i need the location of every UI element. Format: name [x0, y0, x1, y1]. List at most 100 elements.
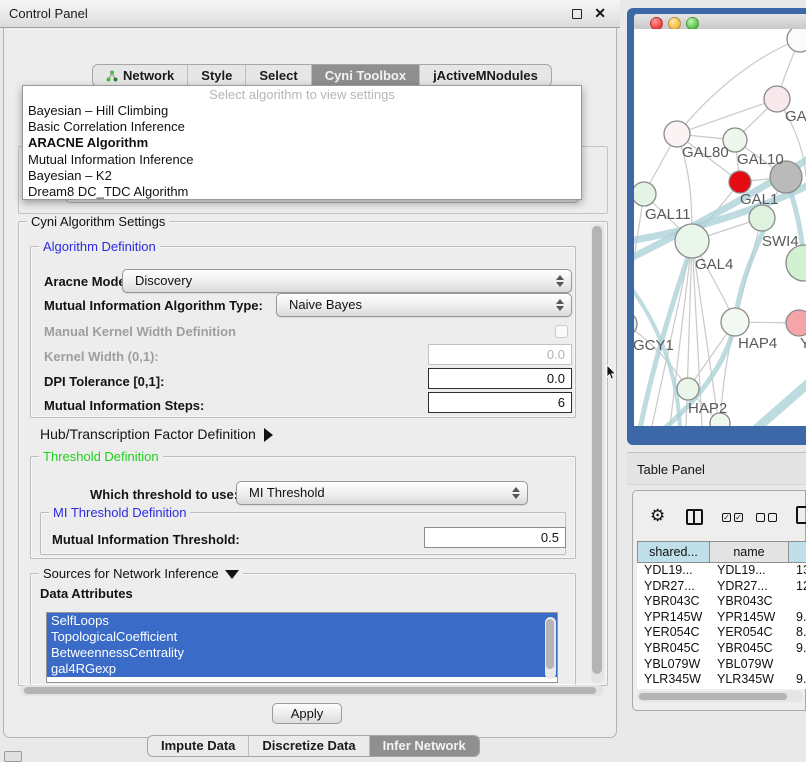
network-node-node-top[interactable]: [787, 29, 806, 52]
settings-hscrollbar-thumb[interactable]: [24, 687, 596, 694]
apply-button[interactable]: Apply: [272, 703, 342, 724]
attribute-list-item[interactable]: BetweennessCentrality: [47, 645, 557, 661]
table-cell[interactable]: 8.: [789, 625, 806, 641]
float-window-icon[interactable]: [572, 9, 582, 19]
tab-style[interactable]: Style: [187, 65, 245, 86]
deselect-all-icon[interactable]: [756, 513, 777, 522]
table-row[interactable]: YPR145WYPR145W9.: [637, 610, 806, 626]
which-threshold-combobox[interactable]: MI Threshold: [236, 481, 528, 505]
table-cell[interactable]: 12: [789, 579, 806, 595]
dpi-tolerance-input[interactable]: 0.0: [428, 368, 572, 389]
network-node-pink-right[interactable]: [786, 310, 806, 336]
table-cell[interactable]: YIL053C: [637, 688, 710, 689]
network-edge-thick[interactable]: [756, 381, 806, 426]
table-cell[interactable]: YPR145W: [710, 610, 789, 626]
sources-group-label[interactable]: Sources for Network Inference: [39, 566, 243, 581]
network-node-gal4[interactable]: [675, 224, 709, 258]
network-node-swi4[interactable]: [749, 205, 775, 231]
network-canvas[interactable]: GALGAL80GAL10GAL1GAL11SWI4GAL4HAP4YGCY1H…: [634, 29, 806, 426]
table-row[interactable]: YER054CYER054C8.: [637, 625, 806, 641]
minimized-panel-icon[interactable]: [4, 751, 22, 762]
table-cell[interactable]: YBL079W: [710, 657, 789, 673]
hub-definition-toggle[interactable]: Hub/Transcription Factor Definition: [40, 426, 273, 442]
tab-impute-data[interactable]: Impute Data: [148, 736, 248, 756]
tab-discretize-data[interactable]: Discretize Data: [248, 736, 368, 756]
table-row[interactable]: YBR043CYBR043C: [637, 594, 806, 610]
table-cell[interactable]: YDL19...: [637, 563, 710, 579]
table-row[interactable]: YDR27...YDR27...12: [637, 579, 806, 595]
settings-vertical-scrollbar[interactable]: [591, 224, 604, 683]
manual-kernel-checkbox[interactable]: [555, 325, 568, 338]
tab-select[interactable]: Select: [245, 65, 310, 86]
table-cell[interactable]: [789, 594, 806, 610]
panel-title: Control Panel: [0, 6, 88, 21]
kernel-width-input[interactable]: 0.0: [428, 344, 572, 365]
table-row[interactable]: YIL053CYIL053C9.: [637, 688, 806, 689]
attribute-list-item[interactable]: gal4RGexp: [47, 661, 557, 677]
table-cell[interactable]: YLR345W: [710, 672, 789, 688]
tab-infer-network[interactable]: Infer Network: [369, 736, 479, 756]
settings-horizontal-scrollbar[interactable]: [20, 685, 604, 696]
mi-type-combobox[interactable]: Naive Bayes: [276, 293, 572, 317]
network-node-label: HAP2: [688, 400, 727, 417]
table-cell[interactable]: YBL079W: [637, 657, 710, 673]
tab-jactivemnodules[interactable]: jActiveMNodules: [419, 65, 551, 86]
algorithm-option[interactable]: Mutual Information Inference: [23, 152, 581, 168]
aracne-mode-combobox[interactable]: Discovery: [122, 269, 572, 293]
table-cell[interactable]: YDL19...: [710, 563, 789, 579]
table-cell[interactable]: 13: [789, 563, 806, 579]
table-hscrollbar-thumb[interactable]: [639, 693, 787, 700]
mi-threshold-input[interactable]: 0.5: [424, 527, 566, 548]
attribute-list-item[interactable]: SelfLoops: [47, 613, 557, 629]
table-cell[interactable]: YBR045C: [710, 641, 789, 657]
algorithm-option[interactable]: Dream8 DC_TDC Algorithm: [23, 184, 581, 200]
table-cell[interactable]: YIL053C: [710, 688, 789, 689]
table-row[interactable]: YBR045CYBR045C9.: [637, 641, 806, 657]
settings-scrollbar-thumb[interactable]: [592, 226, 602, 674]
algorithm-option[interactable]: Bayesian – K2: [23, 168, 581, 184]
column-header-name[interactable]: name: [710, 541, 789, 563]
attributes-scrollbar[interactable]: [545, 617, 556, 679]
export-table-icon[interactable]: [796, 506, 806, 524]
mi-steps-input[interactable]: 6: [428, 392, 572, 413]
split-columns-icon[interactable]: [686, 509, 703, 525]
network-node-hap4[interactable]: [721, 308, 749, 336]
table-cell[interactable]: YBR043C: [710, 594, 789, 610]
network-view-window[interactable]: GALGAL80GAL10GAL1GAL11SWI4GAL4HAP4YGCY1H…: [627, 8, 806, 445]
tab-network[interactable]: Network: [93, 65, 187, 86]
table-cell[interactable]: 9.: [789, 688, 806, 689]
table-cell[interactable]: YPR145W: [637, 610, 710, 626]
table-cell[interactable]: YDR27...: [637, 579, 710, 595]
table-cell[interactable]: YER054C: [710, 625, 789, 641]
table-row[interactable]: YLR345WYLR345W9.: [637, 672, 806, 688]
network-node-gal11[interactable]: [634, 182, 656, 206]
algorithm-option[interactable]: ARACNE Algorithm: [23, 135, 581, 151]
table-horizontal-scrollbar[interactable]: [637, 691, 803, 702]
table-cell[interactable]: YLR345W: [637, 672, 710, 688]
algorithm-option[interactable]: Bayesian – Hill Climbing: [23, 103, 581, 119]
tab-cyni-toolbox[interactable]: Cyni Toolbox: [311, 65, 419, 86]
table-cell[interactable]: 9.: [789, 672, 806, 688]
gear-icon[interactable]: ⚙: [650, 507, 665, 524]
table-cell[interactable]: [789, 657, 806, 673]
close-icon[interactable]: ✕: [594, 5, 606, 22]
network-node-gal7[interactable]: [729, 171, 751, 193]
table-row[interactable]: YBL079WYBL079W: [637, 657, 806, 673]
network-node-hap2[interactable]: [677, 378, 699, 400]
table-cell[interactable]: 9.: [789, 610, 806, 626]
column-header-partial[interactable]: [789, 541, 806, 563]
network-node-big-green[interactable]: [786, 245, 806, 281]
table-cell[interactable]: 9.: [789, 641, 806, 657]
table-cell[interactable]: YBR043C: [637, 594, 710, 610]
column-header-shared-name[interactable]: shared...: [637, 541, 710, 563]
table-cell[interactable]: YER054C: [637, 625, 710, 641]
mi-threshold-label: Mutual Information Threshold:: [52, 532, 240, 547]
table-cell[interactable]: YBR045C: [637, 641, 710, 657]
network-edge[interactable]: [634, 324, 688, 389]
table-row[interactable]: YDL19...YDL19...13: [637, 563, 806, 579]
table-cell[interactable]: YDR27...: [710, 579, 789, 595]
attributes-scrollbar-thumb[interactable]: [546, 619, 554, 669]
select-all-icon[interactable]: ✓ ✓: [722, 513, 743, 522]
algorithm-option[interactable]: Basic Correlation Inference: [23, 119, 581, 135]
attribute-list-item[interactable]: TopologicalCoefficient: [47, 629, 557, 645]
